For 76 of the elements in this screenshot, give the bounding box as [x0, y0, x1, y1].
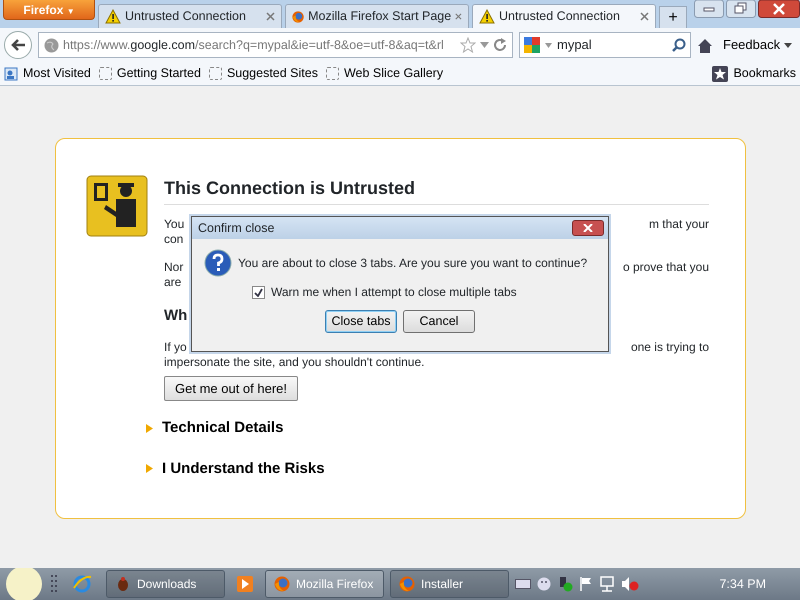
globe-icon — [44, 38, 59, 52]
body-text: impersonate the site, and you shouldn't continue. — [164, 354, 426, 370]
smiley-icon[interactable] — [537, 577, 551, 591]
dropdown-icon — [545, 42, 552, 48]
search-icon[interactable] — [672, 38, 686, 52]
warning-icon — [105, 9, 121, 24]
back-arrow-icon — [10, 38, 26, 52]
section-heading: Wh — [164, 306, 188, 326]
text-fragment: m that your — [648, 217, 709, 232]
page-icon — [208, 67, 222, 80]
restore-icon[interactable] — [726, 0, 756, 18]
browser-tab[interactable]: Mozilla Firefox Start Page — [285, 4, 469, 28]
close-icon[interactable] — [758, 0, 800, 18]
firefox-icon — [292, 8, 304, 24]
officer-icon — [86, 175, 148, 237]
text-fragment: con — [164, 232, 184, 247]
search-field[interactable]: mypal — [519, 32, 691, 58]
bookmark-item[interactable]: Getting Started — [98, 64, 201, 83]
bookmarks-menu[interactable]: Bookmarks — [712, 64, 796, 83]
warning-icon — [479, 9, 495, 24]
search-engine-icon — [524, 37, 540, 53]
taskbar-button[interactable]: Installer — [390, 570, 509, 598]
firefox-icon — [399, 576, 415, 592]
get-out-button[interactable]: Get me out of here! — [164, 376, 298, 401]
dialog-message: You are about to close 3 tabs. Are you sure you want to continue? — [238, 255, 588, 272]
address-bar[interactable]: https://www.google.com/search?q=mypal&ie=utf-8&oe=utf-8&aq=t&rl — [38, 32, 513, 58]
dropdown-icon[interactable] — [480, 42, 489, 48]
close-icon[interactable] — [640, 12, 649, 21]
close-icon — [583, 224, 593, 232]
question-icon — [204, 249, 232, 277]
start-orb-icon[interactable] — [4, 568, 44, 600]
text-fragment: You — [164, 217, 184, 232]
expander[interactable]: I Understand the Risks — [146, 458, 325, 480]
text-fragment: one is trying to — [630, 340, 709, 354]
caret-icon — [784, 43, 792, 48]
bug-icon — [115, 576, 131, 592]
checkbox[interactable] — [252, 286, 265, 298]
dialog-button[interactable]: Cancel — [403, 310, 475, 333]
close-button[interactable] — [572, 220, 604, 236]
feedback-button[interactable]: Feedback — [719, 35, 796, 55]
media-player-icon[interactable] — [237, 576, 253, 592]
keyboard-icon[interactable] — [515, 579, 531, 589]
minimize-icon[interactable] — [694, 0, 724, 18]
expander[interactable]: Technical Details — [146, 417, 284, 440]
checkbox-label: Warn me when I attempt to close multiple tabs — [271, 284, 517, 301]
triangle-icon — [146, 464, 154, 474]
check-icon — [254, 288, 263, 296]
dialog-title: Confirm close — [198, 220, 274, 237]
bookmark-item[interactable]: Suggested Sites — [208, 64, 318, 83]
browser-icon[interactable] — [72, 574, 92, 594]
taskbar-button[interactable]: Downloads — [106, 570, 225, 598]
page-icon — [98, 67, 112, 80]
star-icon[interactable] — [460, 37, 476, 53]
bookmark-item[interactable]: Web Slice Gallery — [326, 64, 444, 83]
bookmark-folder-icon — [4, 66, 18, 80]
page-icon — [326, 67, 339, 80]
reload-icon[interactable] — [493, 38, 507, 52]
text-fragment: If yo — [164, 340, 187, 354]
muted-speaker-icon[interactable] — [621, 576, 639, 592]
flag-icon[interactable] — [579, 576, 593, 592]
firefox-icon — [274, 576, 290, 592]
browser-tab[interactable]: Untrusted Connection — [98, 4, 282, 28]
text-fragment: Nor — [164, 260, 184, 275]
dialog-button[interactable]: Close tabs — [325, 310, 397, 333]
new-tab-button[interactable]: + — [659, 6, 687, 28]
browser-tab[interactable]: Untrusted Connection — [472, 4, 656, 28]
triangle-icon — [146, 424, 154, 433]
network-icon[interactable] — [599, 576, 615, 592]
home-icon[interactable] — [697, 38, 713, 52]
clock: 7:34 PM — [719, 576, 766, 593]
page-title: This Connection is Untrusted — [164, 175, 709, 205]
star-icon — [712, 66, 728, 82]
text-fragment: are — [164, 275, 182, 290]
text-fragment: o prove that you — [622, 260, 709, 275]
back-button[interactable] — [4, 31, 32, 59]
bookmark-item[interactable]: Most Visited — [4, 64, 91, 83]
